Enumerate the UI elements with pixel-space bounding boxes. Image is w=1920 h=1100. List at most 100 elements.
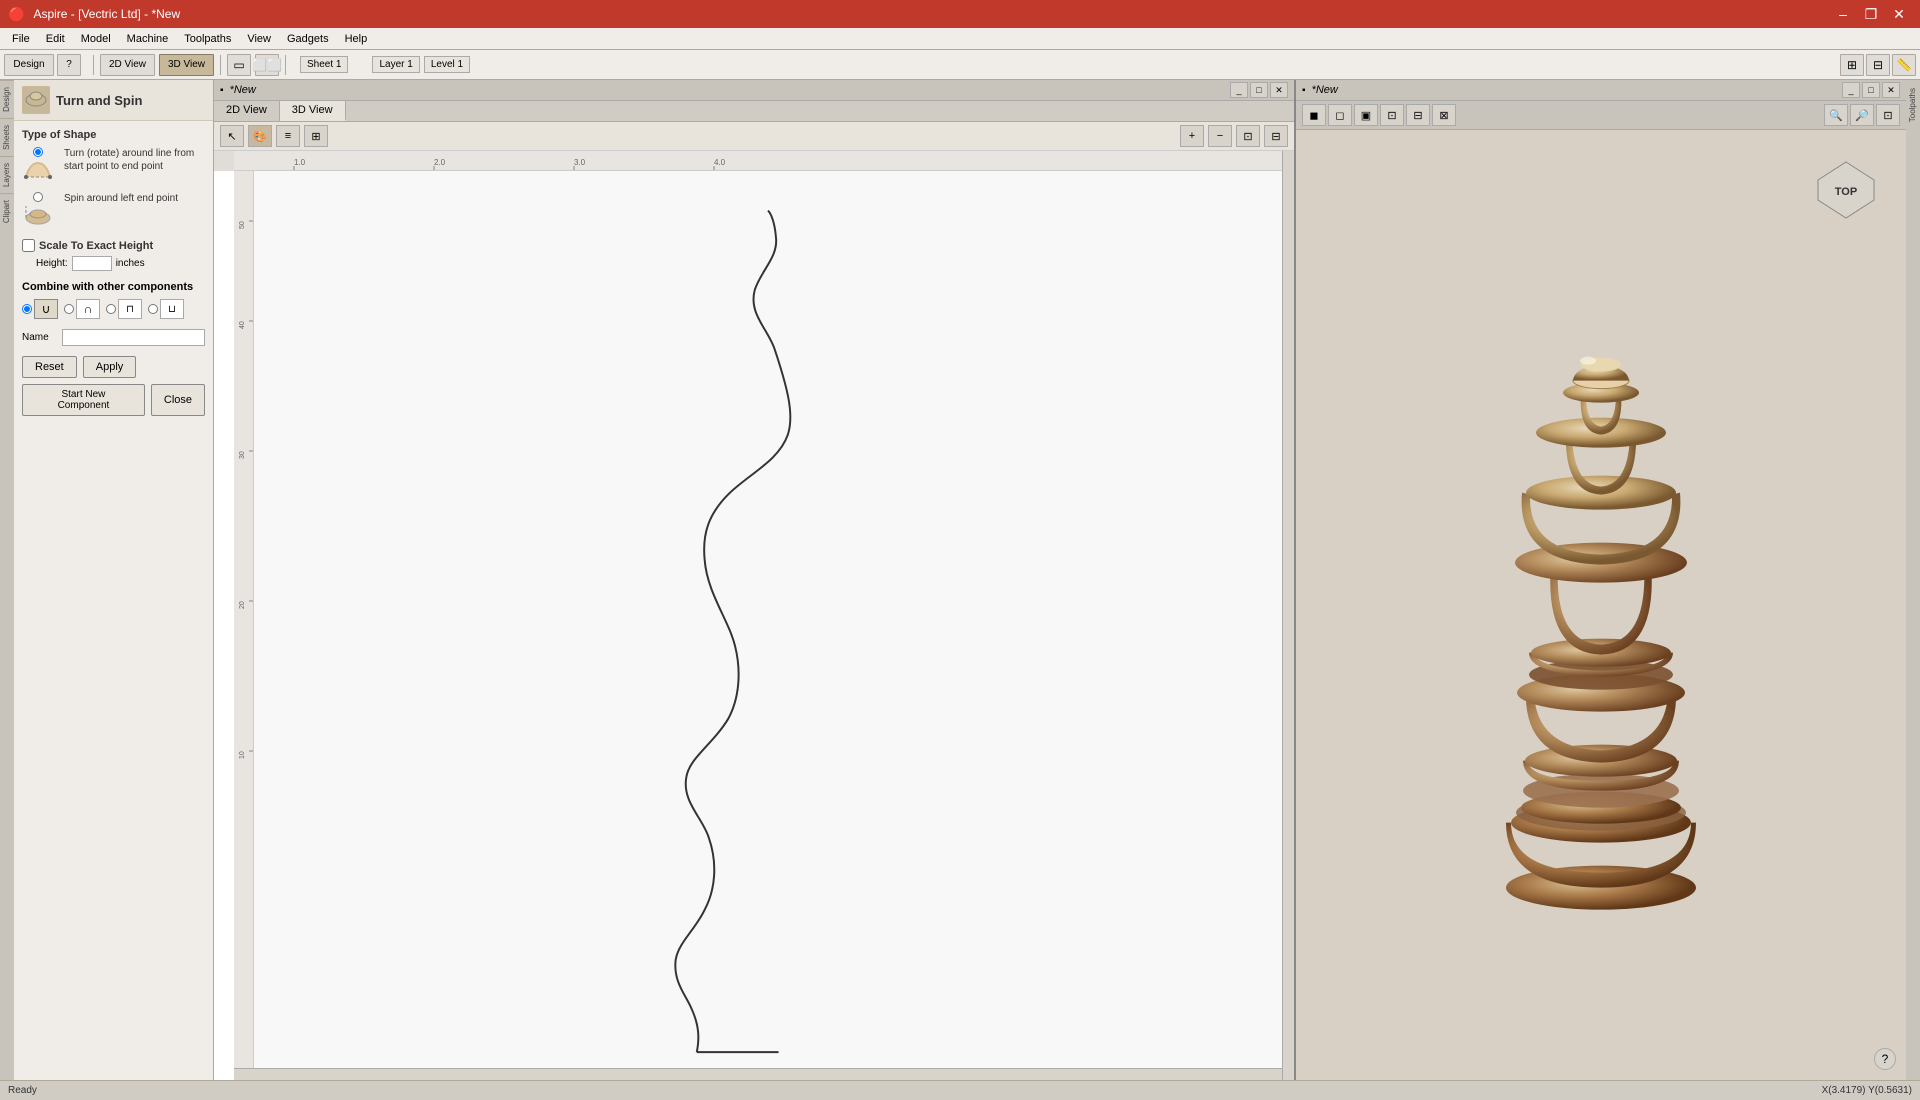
zoom-fit-btn[interactable]: + <box>1180 125 1204 147</box>
3d-toggle[interactable]: ⊟ <box>1406 104 1430 126</box>
tab-design[interactable]: Design <box>0 80 14 118</box>
combine-btn-union[interactable]: ∪ <box>34 299 58 319</box>
select-tool[interactable]: ↖ <box>220 125 244 147</box>
level-selector[interactable]: Level 1 <box>424 56 470 73</box>
menu-toolpaths[interactable]: Toolpaths <box>176 31 239 47</box>
tab-clipart[interactable]: Clipart <box>0 193 14 229</box>
view-3d-toolbar: ◼ ◻ ▣ ⊡ ⊟ ⊠ 🔍 🔎 ⊡ <box>1296 101 1906 130</box>
sheet-selector[interactable]: Sheet 1 <box>300 56 348 73</box>
view-2d-maximize[interactable]: □ <box>1250 82 1268 98</box>
combine-radio-1[interactable] <box>22 304 32 314</box>
3d-points[interactable]: ⊡ <box>1380 104 1404 126</box>
view-3d-tab[interactable]: 3D View <box>159 54 214 76</box>
grid-icon[interactable]: ⊟ <box>1866 54 1890 76</box>
layer-selector[interactable]: Layer 1 <box>372 56 419 73</box>
view-3d-maximize[interactable]: □ <box>1862 82 1880 98</box>
layout-single[interactable]: ▭ <box>227 54 251 76</box>
menu-view[interactable]: View <box>239 31 279 47</box>
radio-turn[interactable] <box>33 147 43 157</box>
shape-option2-text: Spin around left end point <box>64 192 178 205</box>
shape-option1-text: Turn (rotate) around line from start poi… <box>64 147 205 173</box>
h-scrollbar[interactable] <box>234 1068 1282 1080</box>
apply-button[interactable]: Apply <box>83 356 137 378</box>
3d-zoom-in[interactable]: 🔍 <box>1824 104 1848 126</box>
combine-btn-replace[interactable]: ⊔ <box>160 299 184 319</box>
combine-btn-subtract[interactable]: ⊓ <box>118 299 142 319</box>
shape-option-2[interactable]: Spin around left end point <box>22 192 205 229</box>
color-tool[interactable]: 🎨 <box>248 125 272 147</box>
shape-option-1[interactable]: Turn (rotate) around line from start poi… <box>22 147 205 184</box>
close-panel-button[interactable]: Close <box>151 384 205 416</box>
zoom-window-btn[interactable]: ⊡ <box>1236 125 1260 147</box>
crosshatch-tool[interactable]: ⊞ <box>304 125 328 147</box>
view-2d-minimize[interactable]: _ <box>1230 82 1248 98</box>
minimize-button[interactable]: – <box>1830 4 1856 24</box>
button-row-2: Start New Component Close <box>22 384 205 416</box>
close-button[interactable]: ✕ <box>1886 4 1912 24</box>
zoom-out-btn[interactable]: − <box>1208 125 1232 147</box>
view-2d-controls[interactable]: _ □ ✕ <box>1230 82 1288 98</box>
3d-wireframe[interactable]: ◻ <box>1328 104 1352 126</box>
combine-radio-2[interactable] <box>64 304 74 314</box>
start-new-component-button[interactable]: Start New Component <box>22 384 145 416</box>
scale-checkbox[interactable] <box>22 239 35 252</box>
view-3d-panel: ▪ *New _ □ ✕ ◼ ◻ ▣ ⊡ ⊟ ⊠ 🔍 🔎 ⊡ <box>1296 80 1906 1080</box>
combine-radio-3[interactable] <box>106 304 116 314</box>
reset-button[interactable]: Reset <box>22 356 77 378</box>
tab-layers[interactable]: Layers <box>0 156 14 193</box>
view-3d-close[interactable]: ✕ <box>1882 82 1900 98</box>
tool-panel-title: Turn and Spin <box>56 93 142 108</box>
snap-icon[interactable]: ⊞ <box>1840 54 1864 76</box>
scale-checkbox-row[interactable]: Scale To Exact Height <box>22 239 205 252</box>
menu-model[interactable]: Model <box>73 31 119 47</box>
height-unit: inches <box>116 258 145 269</box>
3d-viewport[interactable]: TOP <box>1296 130 1906 1080</box>
drawing-canvas[interactable] <box>254 171 1282 1068</box>
menu-edit[interactable]: Edit <box>38 31 73 47</box>
layout-split[interactable]: ⬜⬜ <box>255 54 279 76</box>
height-input[interactable]: 1.0 <box>72 256 112 271</box>
rulers-icon[interactable]: 📏 <box>1892 54 1916 76</box>
3d-shaded[interactable]: ◼ <box>1302 104 1326 126</box>
view-2d-close[interactable]: ✕ <box>1270 82 1288 98</box>
view-3d-minimize[interactable]: _ <box>1842 82 1860 98</box>
combine-options: ∪ ∩ ⊓ ⊔ <box>22 299 205 319</box>
3d-zoom-fit[interactable]: ⊡ <box>1876 104 1900 126</box>
tab-2d[interactable]: 2D View <box>214 101 280 121</box>
help-3d-icon[interactable]: ? <box>1874 1048 1896 1070</box>
menu-machine[interactable]: Machine <box>119 31 177 47</box>
shape-drawing <box>254 171 1282 1068</box>
v-scrollbar[interactable] <box>1282 151 1294 1080</box>
grid-tool[interactable]: ≡ <box>276 125 300 147</box>
tab-3d-view[interactable]: 3D View <box>280 101 346 121</box>
3d-toggle2[interactable]: ⊠ <box>1432 104 1456 126</box>
combine-sub[interactable]: ∩ <box>64 299 100 319</box>
3d-solid[interactable]: ▣ <box>1354 104 1378 126</box>
view-3d-controls[interactable]: _ □ ✕ <box>1842 82 1900 98</box>
menu-help[interactable]: Help <box>337 31 376 47</box>
view-2d-tab[interactable]: 2D View <box>100 54 155 76</box>
vertical-tabs: Design Sheets Layers Clipart <box>0 80 14 1080</box>
radio-spin[interactable] <box>33 192 43 202</box>
name-row: Name Component 2 <box>22 329 205 346</box>
separator2 <box>220 55 221 75</box>
combine-merge[interactable]: ⊓ <box>106 299 142 319</box>
title-controls[interactable]: – ❐ ✕ <box>1830 4 1912 24</box>
restore-button[interactable]: ❐ <box>1858 4 1884 24</box>
combine-btn-intersect[interactable]: ∩ <box>76 299 100 319</box>
tab-sheets[interactable]: Sheets <box>0 118 14 156</box>
name-input[interactable]: Component 2 <box>62 329 205 346</box>
tab-toolpaths-right[interactable]: Toolpaths <box>1906 80 1920 130</box>
combine-replace[interactable]: ⊔ <box>148 299 184 319</box>
combine-radio-4[interactable] <box>148 304 158 314</box>
v-ruler: 50 40 30 20 10 <box>234 171 254 1068</box>
canvas-row: 50 40 30 20 10 <box>234 171 1282 1068</box>
design-mode-btn[interactable]: Design <box>4 54 54 76</box>
zoom-extents-btn[interactable]: ⊟ <box>1264 125 1288 147</box>
canvas-area: 1.0 2.0 3.0 4.0 50 4 <box>214 151 1294 1080</box>
menu-file[interactable]: File <box>4 31 38 47</box>
combine-add[interactable]: ∪ <box>22 299 58 319</box>
help-icon[interactable]: ? <box>57 54 81 76</box>
menu-gadgets[interactable]: Gadgets <box>279 31 337 47</box>
3d-zoom-out[interactable]: 🔎 <box>1850 104 1874 126</box>
